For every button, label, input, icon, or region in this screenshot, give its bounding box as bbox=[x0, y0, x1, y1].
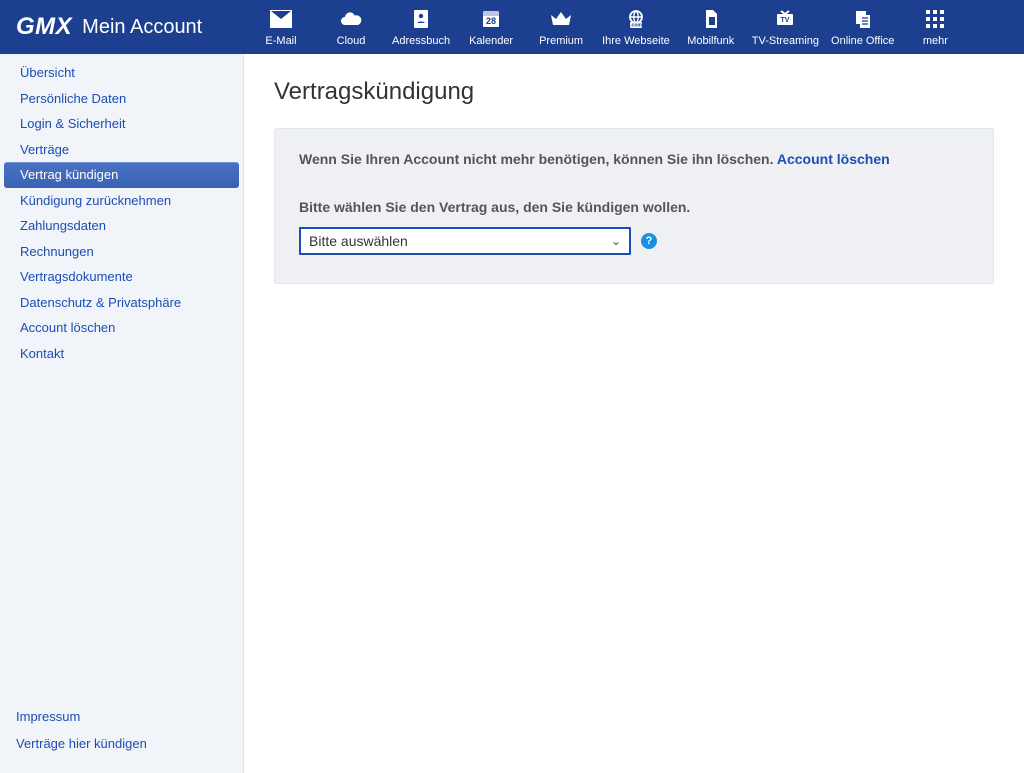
sidebar-item-personal[interactable]: Persönliche Daten bbox=[4, 86, 239, 112]
logo[interactable]: GMX bbox=[16, 13, 72, 41]
sidebar-item-cancel-contract[interactable]: Vertrag kündigen bbox=[4, 162, 239, 188]
globe-icon: .com bbox=[624, 7, 648, 31]
nav-label: TV-Streaming bbox=[752, 35, 819, 47]
sidebar-list: Übersicht Persönliche Daten Login & Sich… bbox=[0, 54, 243, 367]
nav-website[interactable]: .com Ihre Webseite bbox=[596, 0, 676, 54]
contacts-icon bbox=[409, 7, 433, 31]
chevron-down-icon: ⌄ bbox=[611, 234, 621, 248]
nav-office[interactable]: Online Office bbox=[825, 0, 900, 54]
sidebar-item-payment[interactable]: Zahlungsdaten bbox=[4, 213, 239, 239]
sidebar-item-delete-account[interactable]: Account löschen bbox=[4, 315, 239, 341]
crown-icon bbox=[549, 7, 573, 31]
nav-label: Online Office bbox=[831, 35, 894, 47]
nav-label: mehr bbox=[923, 35, 948, 47]
info-text: Wenn Sie Ihren Account nicht mehr benöti… bbox=[299, 151, 777, 167]
nav-label: Kalender bbox=[469, 35, 513, 47]
nav-label: Cloud bbox=[337, 35, 366, 47]
delete-account-link[interactable]: Account löschen bbox=[777, 151, 890, 167]
footer-cancel-link[interactable]: Verträge hier kündigen bbox=[16, 730, 227, 757]
select-label: Bitte wählen Sie den Vertrag aus, den Si… bbox=[299, 199, 969, 215]
sim-icon bbox=[699, 7, 723, 31]
sidebar-item-overview[interactable]: Übersicht bbox=[4, 60, 239, 86]
select-placeholder: Bitte auswählen bbox=[309, 233, 408, 249]
page-title: Vertragskündigung bbox=[274, 78, 994, 106]
cloud-icon bbox=[339, 7, 363, 31]
help-icon[interactable]: ? bbox=[641, 233, 657, 249]
nav-cloud[interactable]: Cloud bbox=[316, 0, 386, 54]
sidebar-item-invoices[interactable]: Rechnungen bbox=[4, 239, 239, 265]
grid-icon bbox=[923, 7, 947, 31]
sidebar: Übersicht Persönliche Daten Login & Sich… bbox=[0, 54, 244, 773]
nav-tv[interactable]: TV TV-Streaming bbox=[746, 0, 825, 54]
svg-text:28: 28 bbox=[486, 16, 496, 26]
app-title: Mein Account bbox=[82, 16, 202, 39]
nav-email[interactable]: E-Mail bbox=[246, 0, 316, 54]
tv-icon: TV bbox=[773, 7, 797, 31]
footer-impressum-link[interactable]: Impressum bbox=[16, 703, 227, 730]
sidebar-item-login-security[interactable]: Login & Sicherheit bbox=[4, 111, 239, 137]
nav-label: Adressbuch bbox=[392, 35, 450, 47]
nav-contacts[interactable]: Adressbuch bbox=[386, 0, 456, 54]
svg-text:.com: .com bbox=[630, 23, 642, 29]
contract-select[interactable]: Bitte auswählen ⌄ bbox=[299, 227, 631, 255]
sidebar-item-contact[interactable]: Kontakt bbox=[4, 341, 239, 367]
nav-label: Premium bbox=[539, 35, 583, 47]
mail-icon bbox=[269, 7, 293, 31]
header: GMX Mein Account E-Mail Cloud Adressbuch… bbox=[0, 0, 1024, 54]
nav-label: Mobilfunk bbox=[687, 35, 734, 47]
calendar-icon: 28 bbox=[479, 7, 503, 31]
nav-label: E-Mail bbox=[265, 35, 296, 47]
sidebar-item-contract-docs[interactable]: Vertragsdokumente bbox=[4, 264, 239, 290]
nav-mobile[interactable]: Mobilfunk bbox=[676, 0, 746, 54]
logo-block: GMX Mein Account bbox=[16, 13, 236, 41]
nav-bar: E-Mail Cloud Adressbuch 28 Kalender Prem… bbox=[246, 0, 1024, 54]
nav-more[interactable]: mehr bbox=[900, 0, 970, 54]
sidebar-footer: Impressum Verträge hier kündigen bbox=[0, 703, 243, 773]
sidebar-item-privacy[interactable]: Datenschutz & Privatsphäre bbox=[4, 290, 239, 316]
nav-premium[interactable]: Premium bbox=[526, 0, 596, 54]
sidebar-item-revoke-cancellation[interactable]: Kündigung zurücknehmen bbox=[4, 188, 239, 214]
info-box: Wenn Sie Ihren Account nicht mehr benöti… bbox=[274, 128, 994, 284]
sidebar-item-contracts[interactable]: Verträge bbox=[4, 137, 239, 163]
nav-label: Ihre Webseite bbox=[602, 35, 670, 47]
docs-icon bbox=[851, 7, 875, 31]
main-content: Vertragskündigung Wenn Sie Ihren Account… bbox=[244, 54, 1024, 773]
info-line: Wenn Sie Ihren Account nicht mehr benöti… bbox=[299, 151, 969, 167]
svg-text:TV: TV bbox=[781, 17, 790, 24]
nav-calendar[interactable]: 28 Kalender bbox=[456, 0, 526, 54]
select-row: Bitte auswählen ⌄ ? bbox=[299, 227, 969, 255]
